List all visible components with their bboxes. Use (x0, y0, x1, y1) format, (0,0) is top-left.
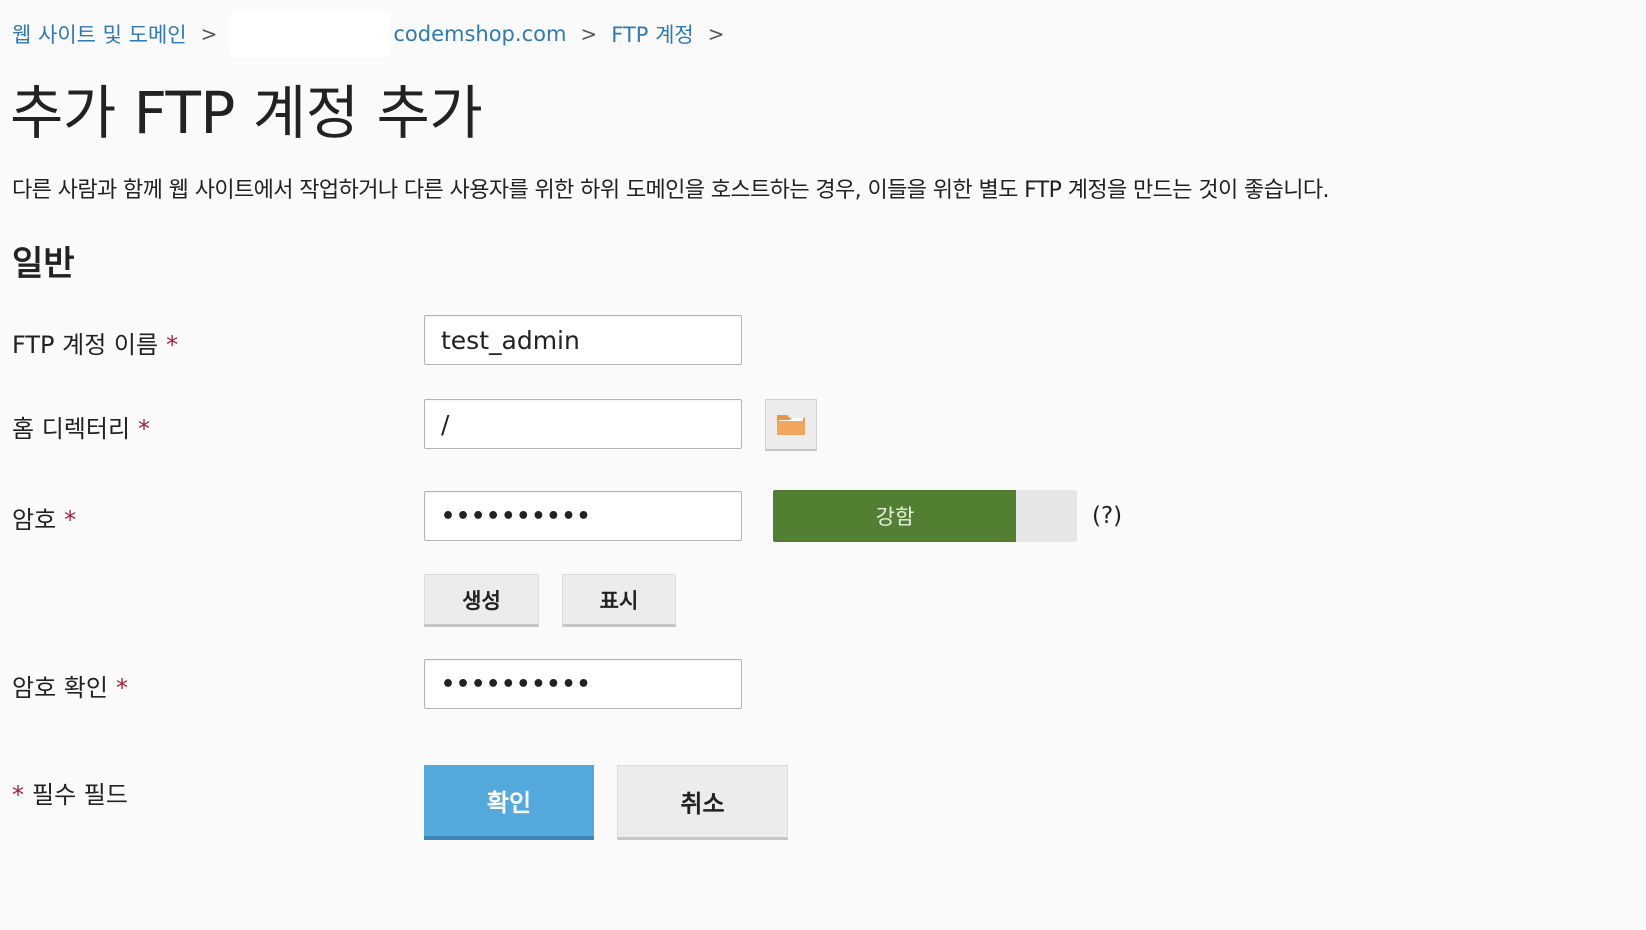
chevron-right-icon: > (580, 22, 598, 46)
password-input[interactable]: •••••••••• (424, 491, 742, 541)
required-mark: * (138, 415, 151, 443)
cancel-button[interactable]: 취소 (617, 765, 788, 840)
ftp-name-label-text: FTP 계정 이름 (12, 331, 159, 359)
password-label: 암호 * (12, 500, 76, 535)
password-hint-link[interactable]: (?) (1092, 503, 1122, 529)
section-title: 일반 (12, 244, 75, 284)
password-strength-meter: 강함 (773, 490, 1077, 542)
required-mark: * (12, 781, 24, 809)
breadcrumb: 웹 사이트 및 도메인 > codemshop.com > FTP 계정 > (12, 11, 738, 57)
breadcrumb-domain[interactable]: codemshop.com (393, 22, 566, 46)
show-password-button[interactable]: 표시 (562, 574, 676, 627)
home-dir-input[interactable]: / (424, 399, 742, 449)
breadcrumb-websites-domains[interactable]: 웹 사이트 및 도메인 (12, 19, 187, 49)
folder-icon (776, 410, 806, 440)
strength-label: 강함 (875, 505, 915, 529)
chevron-right-icon: > (200, 22, 218, 46)
page: 웹 사이트 및 도메인 > codemshop.com > FTP 계정 > 추… (0, 0, 1646, 930)
required-mark: * (64, 506, 77, 534)
browse-folder-button[interactable] (765, 399, 817, 451)
breadcrumb-ftp-accounts[interactable]: FTP 계정 (611, 19, 694, 49)
required-mark: * (166, 331, 179, 359)
redacted-block (231, 11, 392, 57)
confirm-password-label-text: 암호 확인 (12, 674, 108, 702)
page-description: 다른 사람과 함께 웹 사이트에서 작업하거나 다른 사용자를 위한 하위 도메… (12, 178, 1330, 203)
confirm-password-input[interactable]: •••••••••• (424, 659, 742, 709)
required-fields-note: * 필수 필드 (12, 775, 128, 810)
generate-password-button[interactable]: 생성 (424, 574, 539, 627)
page-title: 추가 FTP 계정 추가 (10, 79, 483, 147)
chevron-right-icon: > (707, 22, 725, 46)
required-fields-note-text: 필수 필드 (32, 781, 128, 809)
home-dir-label: 홈 디렉터리 * (12, 409, 150, 444)
confirm-password-label: 암호 확인 * (12, 668, 128, 703)
ftp-name-input[interactable]: test_admin (424, 315, 742, 365)
home-dir-label-text: 홈 디렉터리 (12, 415, 131, 443)
ok-button[interactable]: 확인 (424, 765, 594, 840)
required-mark: * (115, 674, 128, 702)
password-label-text: 암호 (12, 506, 57, 534)
ftp-name-label: FTP 계정 이름 * (12, 325, 178, 360)
